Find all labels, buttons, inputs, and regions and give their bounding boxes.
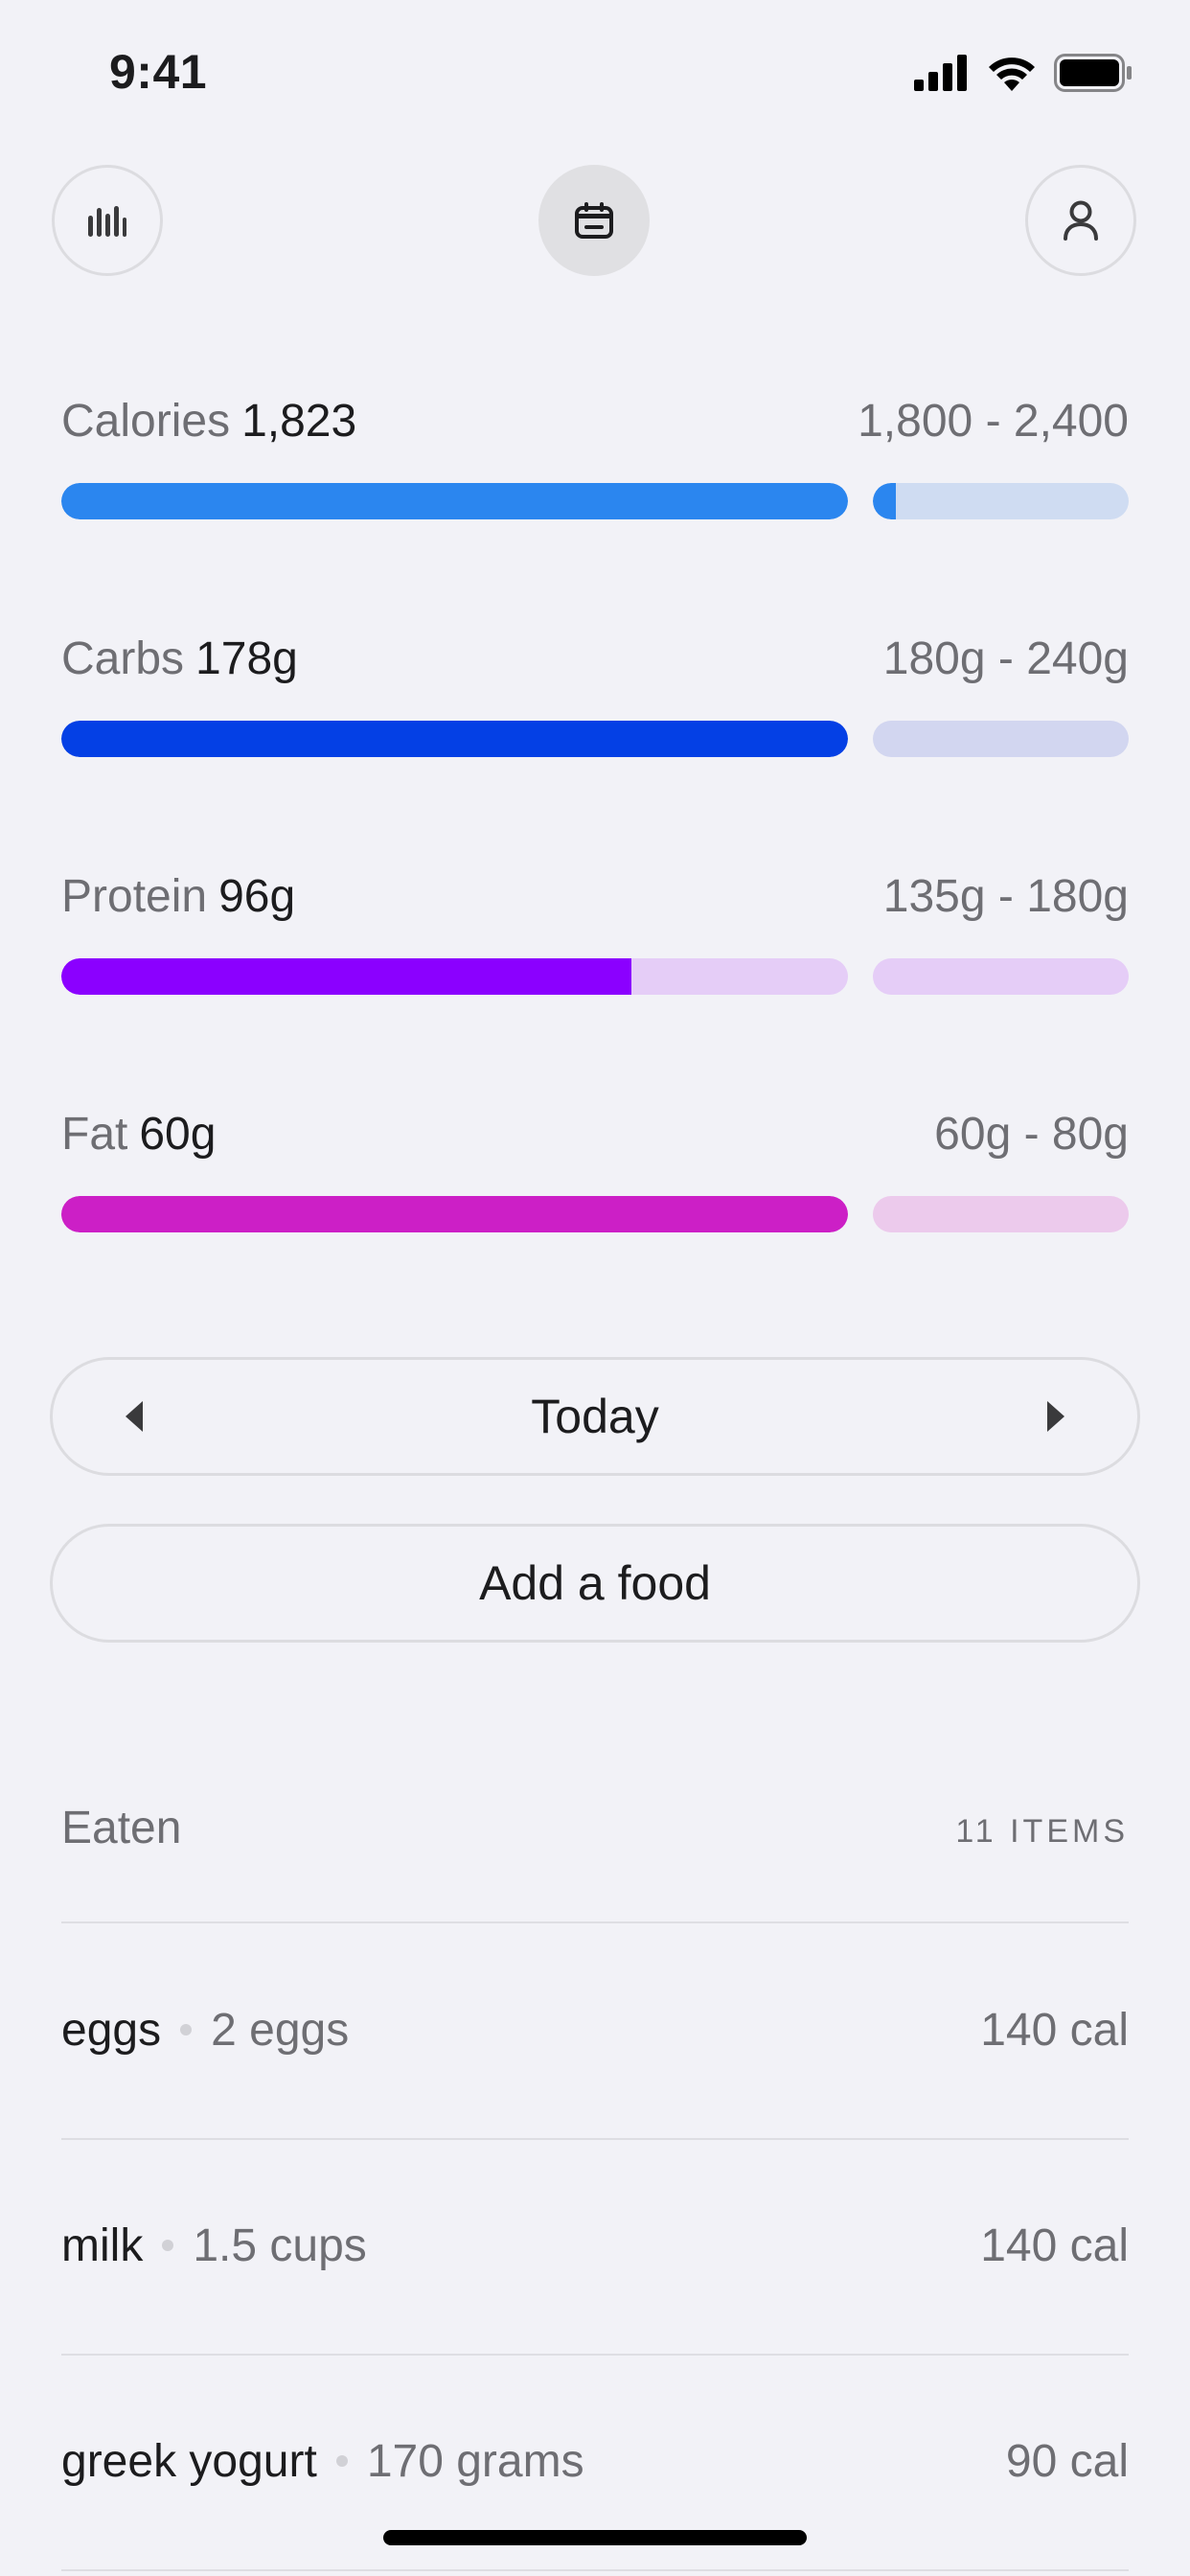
food-name: eggs — [61, 2004, 162, 2056]
separator-dot — [335, 2455, 348, 2467]
list-item[interactable]: eggs 2 eggs 140 cal — [61, 1982, 1129, 2078]
divider — [61, 2138, 1129, 2140]
home-indicator — [383, 2530, 807, 2545]
battery-icon — [1054, 54, 1132, 92]
macro-value: 60g — [139, 1109, 217, 1160]
macro-goal-bar — [873, 958, 1129, 995]
food-calories: 140 cal — [980, 2220, 1129, 2271]
stats-bars-icon — [88, 206, 126, 237]
macro-progress-bar — [61, 721, 848, 757]
add-food-label: Add a food — [479, 1556, 711, 1610]
macro-fat: Fat 60g 60g - 80g — [61, 1108, 1129, 1252]
macro-progress-fill — [61, 483, 848, 519]
list-item[interactable]: greek yogurt 170 grams 90 cal — [61, 2413, 1129, 2509]
macro-progress-bar — [61, 958, 848, 995]
macro-value: 178g — [195, 633, 298, 684]
macro-range: 180g - 240g — [882, 633, 1129, 684]
profile-button[interactable] — [1025, 165, 1136, 276]
separator-dot — [162, 2240, 174, 2251]
macro-range: 1,800 - 2,400 — [858, 396, 1129, 447]
macro-calories: Calories 1,823 1,800 - 2,400 — [61, 395, 1129, 539]
macro-progress-bar — [61, 483, 848, 519]
macro-progress-fill — [61, 1196, 848, 1232]
eaten-count: 11 ITEMS — [955, 1813, 1129, 1850]
next-day-icon[interactable] — [1047, 1401, 1064, 1432]
macro-goal-fill — [873, 483, 897, 519]
stats-button[interactable] — [52, 165, 163, 276]
macro-label: Carbs — [61, 633, 185, 684]
macro-progress-fill — [61, 721, 848, 757]
macro-protein: Protein 96g 135g - 180g — [61, 870, 1129, 1014]
food-quantity: 2 eggs — [211, 2004, 350, 2056]
macro-label: Calories — [61, 396, 231, 447]
macro-goal-bar — [873, 1196, 1129, 1232]
signal-icon — [914, 55, 967, 91]
calendar-button[interactable] — [538, 165, 650, 276]
macro-label: Protein — [61, 871, 208, 922]
previous-day-icon[interactable] — [126, 1401, 143, 1432]
macro-value: 96g — [218, 871, 296, 922]
macro-goal-bar — [873, 721, 1129, 757]
food-quantity: 170 grams — [366, 2435, 584, 2487]
day-navigator: Today — [50, 1357, 1140, 1476]
profile-icon — [1064, 200, 1098, 241]
eaten-title: Eaten — [61, 1803, 182, 1853]
calendar-icon — [575, 202, 613, 239]
macro-progress-fill — [61, 958, 632, 995]
food-calories: 90 cal — [1005, 2435, 1129, 2487]
macro-progress-bar — [61, 1196, 848, 1232]
divider — [61, 2569, 1129, 2571]
macro-carbs: Carbs 178g 180g - 240g — [61, 632, 1129, 776]
status-icons — [914, 54, 1133, 92]
food-name: greek yogurt — [61, 2435, 317, 2487]
macro-range: 60g - 80g — [934, 1109, 1129, 1160]
add-food-button[interactable]: Add a food — [50, 1524, 1140, 1643]
status-time: 9:41 — [109, 45, 208, 99]
separator-dot — [180, 2024, 193, 2036]
status-bar: 9:41 — [0, 0, 1190, 144]
divider — [61, 2354, 1129, 2356]
eaten-header: Eaten 11 ITEMS — [61, 1802, 1129, 1854]
wifi-icon — [989, 58, 1035, 91]
day-label[interactable]: Today — [531, 1389, 658, 1444]
list-item[interactable]: milk 1.5 cups 140 cal — [61, 2197, 1129, 2293]
food-name: milk — [61, 2220, 144, 2271]
divider — [61, 1921, 1129, 1923]
macro-goal-bar — [873, 483, 1129, 519]
food-quantity: 1.5 cups — [193, 2220, 367, 2271]
macro-range: 135g - 180g — [882, 871, 1129, 922]
macro-value: 1,823 — [241, 396, 357, 447]
food-calories: 140 cal — [980, 2004, 1129, 2056]
macro-label: Fat — [61, 1109, 128, 1160]
